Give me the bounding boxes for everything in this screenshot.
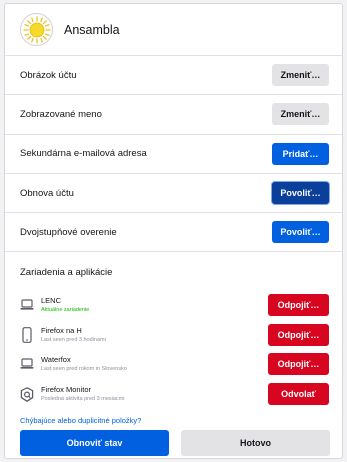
enable-recovery-button[interactable]: Povoliť… bbox=[272, 182, 329, 205]
device-row: Firefox Monitor Posledná aktivita pred 3… bbox=[5, 379, 342, 409]
sun-icon bbox=[22, 15, 51, 44]
setting-row-two-step: Dvojstupňové overenie Povoliť… bbox=[5, 213, 342, 253]
setting-label: Obrázok účtu bbox=[20, 69, 77, 81]
enable-two-step-button[interactable]: Povoliť… bbox=[272, 221, 329, 244]
device-row: Waterfox Last seen pred rokom in Slovens… bbox=[5, 350, 342, 380]
monitor-shield-icon bbox=[20, 385, 34, 403]
device-name: LENC bbox=[41, 296, 62, 306]
device-status: Aktuálne zariadenie bbox=[41, 307, 90, 314]
device-last-seen: Posledná aktivita pred 3 mesiacmi bbox=[41, 396, 125, 403]
account-settings-panel: Ansambla Obrázok účtu Zmeniť… Zobrazovan… bbox=[4, 3, 343, 459]
setting-row-avatar: Obrázok účtu Zmeniť… bbox=[5, 56, 342, 96]
device-name: Waterfox bbox=[41, 355, 71, 365]
disconnect-button[interactable]: Odpojiť… bbox=[268, 323, 329, 346]
device-row: LENC Aktuálne zariadenie Odpojiť… bbox=[5, 290, 342, 320]
laptop-icon bbox=[20, 355, 34, 373]
setting-label: Zobrazované meno bbox=[20, 108, 102, 120]
revoke-button[interactable]: Odvolať bbox=[268, 383, 329, 406]
setting-row-recovery: Obnova účtu Povoliť… bbox=[5, 174, 342, 214]
setting-label: Obnova účtu bbox=[20, 187, 74, 199]
phone-icon bbox=[20, 326, 34, 344]
setting-row-display-name: Zobrazované meno Zmeniť… bbox=[5, 95, 342, 135]
avatar bbox=[20, 13, 53, 46]
device-row: Firefox na H Last seen pred 3 hodinami O… bbox=[5, 320, 342, 350]
add-secondary-email-button[interactable]: Pridať… bbox=[272, 142, 329, 165]
footer: Obnoviť stav Hotovo bbox=[5, 429, 342, 456]
device-name: Firefox Monitor bbox=[41, 385, 92, 395]
disconnect-button[interactable]: Odpojiť… bbox=[268, 353, 329, 376]
account-name: Ansambla bbox=[64, 22, 120, 37]
device-last-seen: Last seen pred 3 hodinami bbox=[41, 336, 106, 343]
disconnect-button[interactable]: Odpojiť… bbox=[268, 294, 329, 317]
done-button[interactable]: Hotovo bbox=[181, 429, 330, 456]
change-avatar-button[interactable]: Zmeniť… bbox=[272, 64, 329, 87]
laptop-icon bbox=[20, 296, 34, 314]
account-header: Ansambla bbox=[5, 4, 342, 56]
setting-label: Dvojstupňové overenie bbox=[20, 226, 117, 238]
setting-label: Sekundárna e-mailová adresa bbox=[20, 148, 147, 160]
missing-items-link[interactable]: Chýbajúce alebo duplicitné položky? bbox=[5, 409, 342, 429]
device-name: Firefox na H bbox=[41, 325, 82, 335]
setting-row-secondary-email: Sekundárna e-mailová adresa Pridať… bbox=[5, 135, 342, 174]
device-last-seen: Last seen pred rokom in Slovensko bbox=[41, 366, 127, 373]
refresh-status-button[interactable]: Obnoviť stav bbox=[20, 429, 169, 456]
devices-section-title: Zariadenia a aplikácie bbox=[20, 267, 113, 279]
change-display-name-button[interactable]: Zmeniť… bbox=[272, 103, 329, 126]
